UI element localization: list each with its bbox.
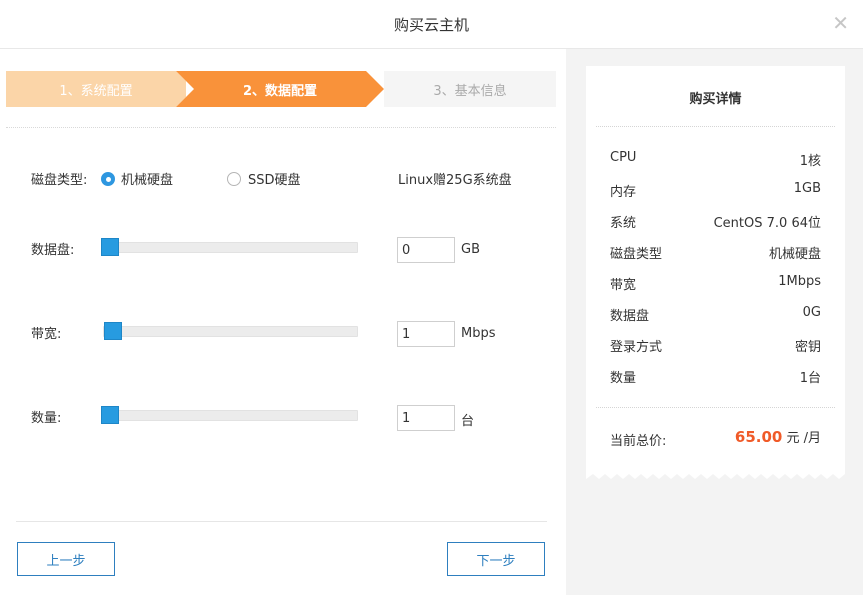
radio-ssd-disk[interactable] — [227, 172, 241, 186]
summary-row-quantity: 数量 1台 — [610, 367, 821, 386]
radio-ssd-disk-label[interactable]: SSD硬盘 — [248, 169, 301, 188]
quantity-slider-handle[interactable] — [101, 406, 119, 424]
summary-value: 1GB — [793, 181, 821, 196]
summary-key: 登录方式 — [610, 340, 663, 355]
total-price: 65.00 元 /月 — [735, 427, 821, 446]
bandwidth-slider-handle[interactable] — [104, 322, 122, 340]
bandwidth-unit: Mbps — [461, 326, 496, 341]
receipt-edge — [586, 472, 845, 479]
quantity-slider[interactable] — [101, 410, 358, 421]
bandwidth-label: 带宽: — [31, 327, 62, 342]
summary-row-data-disk: 数据盘 0G — [610, 305, 821, 324]
summary-key: 系统 — [610, 216, 637, 231]
quantity-input[interactable] — [397, 405, 455, 431]
divider — [596, 407, 835, 408]
summary-key: 数据盘 — [610, 309, 650, 324]
summary-value: 1核 — [799, 154, 821, 169]
radio-mechanical-disk[interactable] — [101, 172, 115, 186]
summary-key: 带宽 — [610, 278, 637, 293]
step-data-config[interactable]: 2、数据配置 — [176, 71, 384, 107]
summary-key: 内存 — [610, 185, 637, 200]
summary-row-bandwidth: 带宽 1Mbps — [610, 274, 821, 293]
next-step-button[interactable]: 下一步 — [447, 542, 545, 576]
quantity-unit: 台 — [461, 414, 475, 429]
total-price-label: 当前总价: — [610, 434, 667, 449]
data-disk-unit: GB — [461, 242, 480, 257]
step-system-config[interactable]: 1、系统配置 — [6, 71, 186, 107]
summary-value: CentOS 7.0 64位 — [713, 216, 821, 231]
divider — [6, 127, 556, 128]
purchase-detail-card: 购买详情 CPU 1核 内存 1GB 系统 CentOS 7.0 64位 磁盘类… — [586, 66, 845, 472]
summary-key: 磁盘类型 — [610, 247, 663, 262]
bandwidth-input[interactable] — [397, 321, 455, 347]
data-disk-input[interactable] — [397, 237, 455, 263]
bandwidth-slider[interactable] — [103, 326, 358, 337]
summary-row-cpu: CPU 1核 — [610, 150, 821, 169]
summary-title: 购买详情 — [689, 92, 742, 107]
data-disk-slider-handle[interactable] — [101, 238, 119, 256]
close-icon[interactable]: ✕ — [832, 11, 849, 35]
total-price-amount: 65.00 — [734, 428, 783, 446]
summary-panel: 购买详情 CPU 1核 内存 1GB 系统 CentOS 7.0 64位 磁盘类… — [566, 49, 863, 595]
summary-row-disk-type: 磁盘类型 机械硬盘 — [610, 243, 821, 262]
step-basic-info[interactable]: 3、基本信息 — [384, 71, 556, 107]
summary-key: CPU — [610, 150, 637, 165]
summary-row-login: 登录方式 密钥 — [610, 336, 821, 355]
system-disk-note: Linux赠25G系统盘 — [398, 173, 512, 188]
quantity-label: 数量: — [31, 411, 62, 426]
data-disk-label: 数据盘: — [31, 243, 75, 258]
summary-value: 0G — [802, 305, 821, 320]
dialog-header: 购买云主机 ✕ — [0, 0, 863, 49]
summary-value: 机械硬盘 — [768, 247, 821, 262]
summary-value: 1台 — [799, 371, 821, 386]
disk-type-label: 磁盘类型: — [31, 173, 88, 188]
summary-row-memory: 内存 1GB — [610, 181, 821, 200]
dialog-title: 购买云主机 — [393, 16, 469, 34]
data-disk-slider[interactable] — [101, 242, 358, 253]
step-progress: 3、基本信息 1、系统配置 2、数据配置 — [6, 71, 556, 107]
summary-value: 1Mbps — [778, 274, 821, 289]
summary-value: 密钥 — [794, 340, 821, 355]
total-price-unit: 元 /月 — [786, 431, 821, 446]
summary-row-os: 系统 CentOS 7.0 64位 — [610, 212, 821, 231]
prev-step-button[interactable]: 上一步 — [17, 542, 115, 576]
radio-mechanical-disk-label[interactable]: 机械硬盘 — [121, 169, 173, 188]
divider — [596, 126, 835, 127]
config-panel: 3、基本信息 1、系统配置 2、数据配置 磁盘类型: 机械硬盘 SSD硬盘 Li… — [0, 49, 566, 595]
summary-key: 数量 — [610, 371, 637, 386]
footer-divider — [16, 521, 547, 522]
